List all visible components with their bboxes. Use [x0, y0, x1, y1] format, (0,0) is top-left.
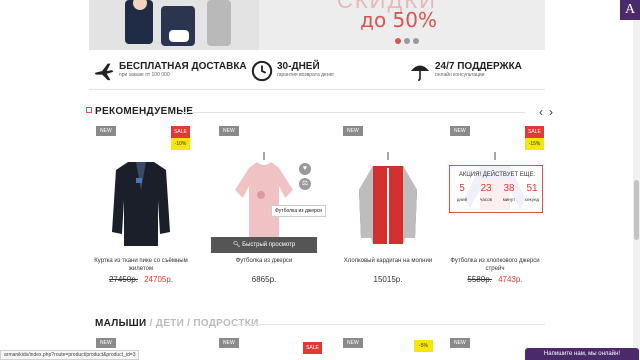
- hero-photo: [89, 0, 259, 50]
- countdown-label: секунд: [524, 197, 540, 202]
- chat-widget-button[interactable]: Напишите нам, мы онлайн!: [525, 348, 639, 360]
- feature-title: БЕСПЛАТНАЯ ДОСТАВКА: [119, 61, 247, 72]
- old-price: 27450р.: [108, 275, 138, 284]
- hero-pagination: [395, 38, 419, 44]
- browser-status-url: armanikids/index.php?route=product/produ…: [0, 350, 140, 360]
- countdown-days: 5 дней: [451, 183, 473, 202]
- feature-title: 30-ДНЕЙ: [277, 61, 320, 72]
- countdown-minutes: 38 минут: [498, 183, 520, 202]
- tab-children[interactable]: ДЕТИ: [156, 318, 184, 329]
- countdown-label: дней: [456, 197, 468, 202]
- section-title-recommended: РЕКОМЕНДУЕМЫЕ: [95, 106, 194, 117]
- new-badge: NEW: [343, 338, 363, 348]
- countdown-value: 51: [526, 183, 538, 194]
- new-badge: NEW: [219, 338, 239, 348]
- product-price: 27450р. 24705р.: [88, 275, 194, 284]
- countdown-value: 5: [459, 183, 465, 194]
- divider: [180, 112, 525, 113]
- divider: [232, 324, 545, 325]
- jacket-icon[interactable]: [108, 150, 174, 250]
- sale-badge: SALE: [303, 342, 322, 354]
- feature-subtitle: при заказе от 100 000: [119, 72, 170, 78]
- countdown-label: минут: [502, 197, 516, 202]
- countdown-hours: 23 часов: [475, 183, 497, 202]
- product-name[interactable]: Футболка из джерси: [211, 257, 317, 265]
- product-price: 6865р.: [211, 275, 317, 284]
- red-jacket-icon[interactable]: [355, 150, 421, 250]
- product-name[interactable]: Куртка из ткани пике со съёмным жилетом: [88, 257, 194, 273]
- sale-price: 4743р.: [498, 275, 523, 284]
- new-badge: NEW: [343, 126, 363, 136]
- carousel-next-button[interactable]: ›: [546, 106, 556, 118]
- hero-headline: до 50%: [360, 8, 437, 32]
- sale-badge: SALE: [171, 126, 190, 138]
- divider: [89, 89, 545, 90]
- product-card[interactable]: NEW Хлопковый кардиган на молнии 15015р.: [335, 122, 441, 292]
- wishlist-heart-icon[interactable]: ♥: [299, 163, 311, 175]
- discount-badge: -15%: [525, 138, 544, 150]
- price: 15015р.: [373, 275, 403, 284]
- tab-separator: /: [146, 318, 156, 329]
- hero-dot[interactable]: [395, 38, 401, 44]
- hero-dot[interactable]: [413, 38, 419, 44]
- feature-subtitle: гарантия возврата денег: [277, 72, 335, 78]
- sale-badge: SALE: [525, 126, 544, 138]
- compare-icon[interactable]: ⚖: [299, 178, 311, 190]
- discount-badge: -10%: [171, 138, 190, 150]
- scrollbar-thumb[interactable]: [634, 180, 639, 240]
- countdown-value: 23: [480, 183, 492, 194]
- hero-banner[interactable]: СКИДКИ до 50%: [89, 0, 545, 50]
- brand-logo[interactable]: A: [620, 0, 640, 20]
- product-name[interactable]: Футболка из хлопкового джерси стрейч: [442, 257, 548, 273]
- section-marker-icon: [86, 107, 92, 113]
- sale-price: 24705р.: [144, 275, 174, 284]
- airplane-icon: [94, 63, 114, 81]
- countdown-title: АКЦИЯ! ДЕЙСТВУЕТ ЕЩЕ:: [458, 172, 536, 178]
- product-tooltip: Футболка из джерси: [271, 205, 327, 217]
- price: 6865р.: [251, 275, 277, 284]
- carousel-prev-button[interactable]: ‹: [536, 106, 546, 118]
- new-badge: NEW: [450, 126, 470, 136]
- features-bar: БЕСПЛАТНАЯ ДОСТАВКА при заказе от 100 00…: [89, 58, 545, 88]
- countdown-label: часов: [479, 197, 493, 202]
- new-badge: NEW: [450, 338, 470, 348]
- quick-view-button[interactable]: 🔍︎ Быстрый просмотр: [211, 237, 317, 253]
- sale-countdown: АКЦИЯ! ДЕЙСТВУЕТ ЕЩЕ: 5 дней 23 часов 38…: [449, 165, 543, 213]
- tab-separator: /: [184, 318, 194, 329]
- new-badge: NEW: [96, 126, 116, 136]
- old-price: 5580р.: [467, 275, 492, 284]
- pink-shirt-icon[interactable]: [231, 150, 297, 250]
- tab-babies[interactable]: МАЛЫШИ: [95, 318, 147, 329]
- new-badge: NEW: [219, 126, 239, 136]
- product-price: 5580р. 4743р.: [442, 275, 548, 284]
- new-badge: NEW: [96, 338, 116, 348]
- clock-icon: [251, 60, 273, 82]
- product-name[interactable]: Хлопковый кардиган на молнии: [335, 257, 441, 265]
- umbrella-icon: [410, 65, 430, 81]
- product-card[interactable]: NEW SALE -10% Куртка из ткани пике со съ…: [88, 122, 194, 292]
- feature-title: 24/7 ПОДДЕРЖКА: [435, 61, 522, 72]
- page-scrollbar[interactable]: [633, 20, 640, 360]
- countdown-value: 38: [503, 183, 515, 194]
- search-icon: 🔍︎: [232, 242, 241, 248]
- discount-badge: -5%: [414, 340, 433, 352]
- product-price: 15015р.: [335, 275, 441, 284]
- hero-dot[interactable]: [404, 38, 410, 44]
- feature-subtitle: онлайн консультации: [435, 72, 485, 78]
- quick-view-label: Быстрый просмотр: [242, 242, 296, 248]
- countdown-seconds: 51 секунд: [521, 183, 543, 202]
